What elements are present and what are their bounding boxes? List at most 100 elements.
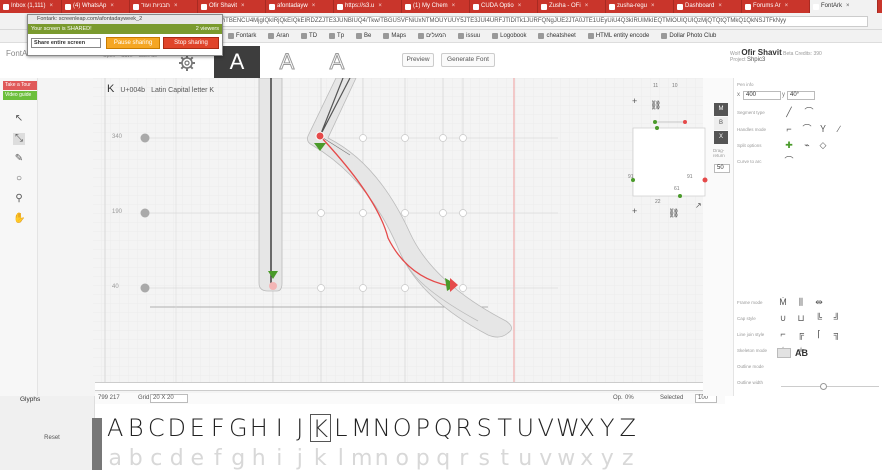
glyph-T[interactable]: T (495, 414, 516, 442)
glyph-lower-r[interactable]: r (454, 448, 475, 470)
glyph-E[interactable]: E (187, 414, 208, 442)
bookmark-item[interactable]: Aran (268, 33, 289, 39)
tab-preview-view[interactable]: A (314, 46, 360, 78)
split-node-icon[interactable]: ✚ (783, 140, 795, 150)
node-arm-top[interactable] (315, 131, 325, 141)
take-a-tour-button[interactable]: Take a Tour (3, 81, 37, 90)
frame-mode-icon-2[interactable]: ⫼ (795, 297, 807, 307)
crosshair-icon[interactable]: + (632, 96, 637, 106)
bookmark-item[interactable]: TD (301, 33, 317, 39)
handle-smooth-icon[interactable]: ⌒ (801, 124, 813, 134)
glyph-lower-f[interactable]: f (208, 448, 229, 470)
stop-sharing-button[interactable]: Stop sharing (163, 37, 219, 49)
glyph-lower-n[interactable]: n (372, 448, 393, 470)
bookmark-item[interactable]: Fontark (228, 33, 256, 39)
glyph-lower-b[interactable]: b (126, 448, 147, 470)
glyph-Q[interactable]: Q (433, 414, 454, 442)
reset-button[interactable]: Reset (38, 433, 66, 443)
glyph-lower-z[interactable]: z (618, 448, 639, 470)
segment-line-icon[interactable]: ╱ (783, 107, 795, 117)
glyph-N[interactable]: N (372, 414, 393, 442)
hand-icon[interactable]: ✋ (13, 213, 25, 225)
glyph-O[interactable]: O (392, 414, 413, 442)
tab-close-icon[interactable]: × (718, 0, 722, 13)
bookmark-item[interactable]: Dollar Photo Club (661, 33, 716, 39)
bookmark-item[interactable]: Tp (329, 33, 344, 39)
tab-close-icon[interactable]: × (785, 0, 789, 13)
drag-return-input[interactable]: 50 (714, 164, 730, 173)
bookmark-item[interactable]: Logobook (492, 33, 526, 39)
glyph-lower-e[interactable]: e (187, 448, 208, 470)
grid-size-select[interactable]: 20 X 20 (150, 394, 188, 403)
glyph-V[interactable]: V (536, 414, 557, 442)
glyph-lower-y[interactable]: y (597, 448, 618, 470)
glyph-lower-a[interactable]: a (105, 448, 126, 470)
glyph-K[interactable]: K (310, 414, 331, 443)
bookmark-item[interactable]: cheatsheet (538, 33, 576, 39)
link-icon[interactable]: ⛓ (650, 100, 661, 111)
glyph-F[interactable]: F (208, 414, 229, 442)
tab-close-icon[interactable]: × (378, 0, 382, 13)
glyph-lower-m[interactable]: m (351, 448, 372, 470)
browser-tab[interactable]: Forums Ar × (742, 0, 810, 13)
browser-tab[interactable]: zusha-regu × (606, 0, 674, 13)
glyph-lower-v[interactable]: v (536, 448, 557, 470)
browser-tab[interactable]: CUDA Optio × (470, 0, 538, 13)
glyph-Y[interactable]: Y (597, 414, 618, 442)
glyph-M[interactable]: M (351, 414, 372, 442)
tab-close-icon[interactable]: × (518, 0, 522, 13)
glyphs-tab[interactable]: Glyphs (20, 396, 40, 403)
outline-color-swatch[interactable] (777, 348, 791, 358)
glyph-I[interactable]: I (269, 414, 290, 442)
glyph-lower-i[interactable]: i (269, 448, 290, 470)
glyph-lower-k[interactable]: k (310, 448, 331, 470)
outline-text-preview[interactable]: AB (795, 348, 808, 358)
node-tool-icon[interactable]: ⤡ (13, 133, 25, 145)
zoom-icon[interactable]: ⚲ (13, 193, 25, 205)
tab-close-icon[interactable]: × (312, 0, 316, 13)
tab-close-icon[interactable]: × (49, 0, 53, 13)
video-guide-button[interactable]: Video guide (3, 91, 37, 100)
glyph-H[interactable]: H (249, 414, 270, 442)
glyph-C[interactable]: C (146, 414, 167, 442)
cap-square-icon[interactable]: ⊔ (795, 313, 807, 323)
join-none-icon[interactable]: ╗ (831, 329, 843, 339)
cap-flat-icon[interactable]: ╝ (831, 313, 843, 323)
glyph-D[interactable]: D (167, 414, 188, 442)
glyph-lower-g[interactable]: g (228, 448, 249, 470)
cap-round-icon[interactable]: ∪ (777, 313, 789, 323)
glyph-lower-h[interactable]: h (249, 448, 270, 470)
glyph-P[interactable]: P (413, 414, 434, 442)
tab-close-icon[interactable]: × (241, 0, 245, 13)
mirror-button-1[interactable]: M (714, 103, 728, 116)
tab-close-icon[interactable]: × (585, 0, 589, 13)
browser-tab[interactable]: Dashboard × (674, 0, 742, 13)
mirror-button-3[interactable]: X (714, 131, 728, 144)
glyph-lower-p[interactable]: p (413, 448, 434, 470)
glyph-lower-u[interactable]: u (515, 448, 536, 470)
gear-icon[interactable] (178, 54, 196, 72)
node-stem-bottom[interactable] (269, 282, 277, 290)
delete-node-icon[interactable]: ◇ (817, 140, 829, 150)
handle-symmetric-icon[interactable]: Ｙ (817, 124, 829, 134)
glyph-lower-c[interactable]: c (146, 448, 167, 470)
glyph-editor-svg[interactable] (38, 78, 703, 396)
tab-close-icon[interactable]: × (452, 0, 456, 13)
glyph-lower-x[interactable]: x (577, 448, 598, 470)
split-segment-icon[interactable]: ⌁ (801, 140, 813, 150)
frame-mode-icon-3[interactable]: ⇹ (813, 297, 825, 307)
glyph-lower-w[interactable]: w (556, 448, 577, 470)
glyph-lower-t[interactable]: t (495, 448, 516, 470)
glyph-B[interactable]: B (126, 414, 147, 442)
x-input[interactable]: 400 (743, 91, 781, 100)
frame-mode-icon-1[interactable]: Ṁ (777, 297, 789, 307)
tab-close-icon[interactable]: × (651, 0, 655, 13)
glyph-S[interactable]: S (474, 414, 495, 442)
pen-icon[interactable]: ✎ (13, 153, 25, 165)
glyph-lower-o[interactable]: o (392, 448, 413, 470)
bookmark-item[interactable]: Maps (383, 33, 406, 39)
glyph-R[interactable]: R (454, 414, 475, 442)
cap-butt-icon[interactable]: ╚ (813, 313, 825, 323)
glyph-X[interactable]: X (577, 414, 598, 442)
crosshair-icon-bottom[interactable]: + (632, 206, 637, 216)
